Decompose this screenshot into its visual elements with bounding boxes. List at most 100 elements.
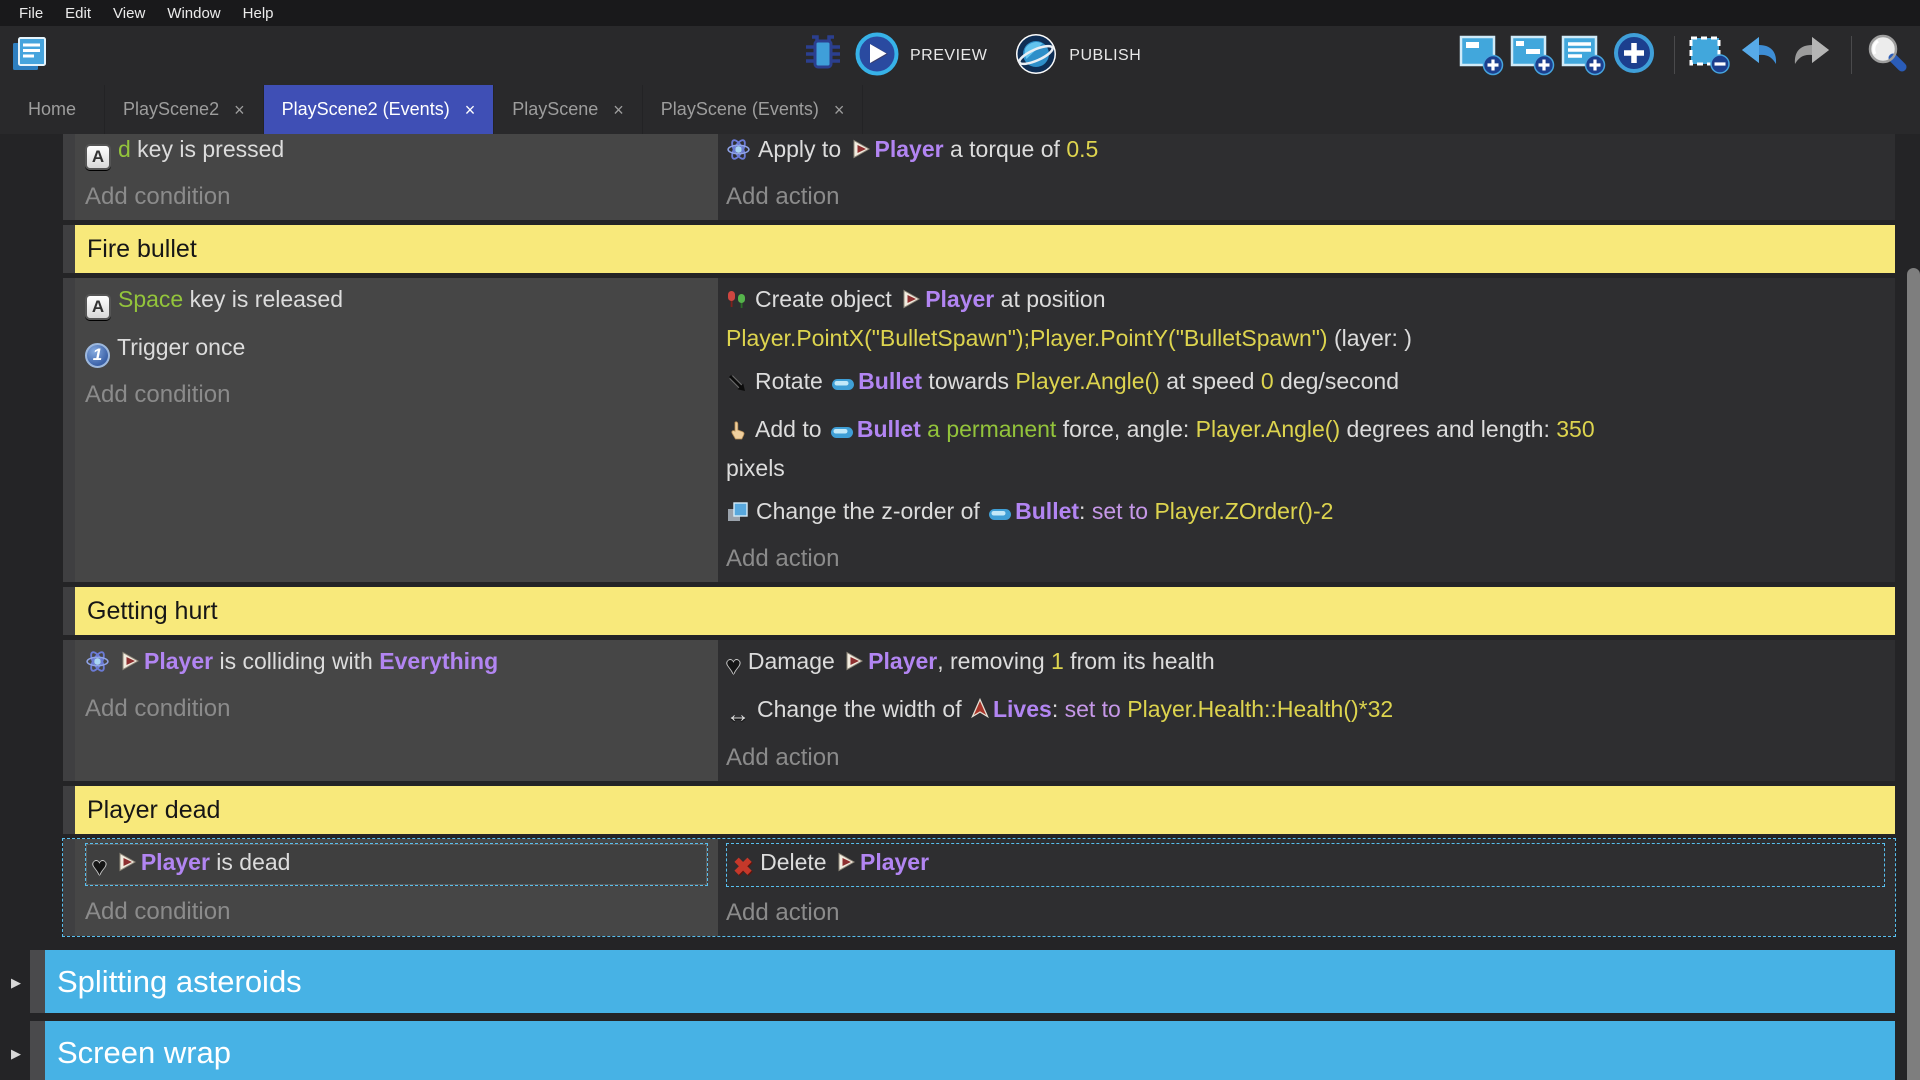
undo-button[interactable]	[1740, 32, 1786, 78]
instruction-text: pixels	[726, 455, 785, 481]
toolbar-right	[1461, 32, 1912, 78]
tab-playscene-events-[interactable]: PlayScene (Events)×	[643, 85, 864, 134]
preview-label[interactable]: PREVIEW	[910, 47, 987, 65]
menu-window[interactable]: Window	[156, 3, 231, 24]
tab-bar: HomePlayScene2×PlayScene2 (Events)×PlayS…	[0, 85, 1920, 134]
add-comment-button[interactable]	[1563, 32, 1609, 78]
menu-help[interactable]: Help	[232, 3, 285, 24]
event-drag-handle[interactable]	[30, 1021, 45, 1080]
condition-instruction[interactable]: 1Trigger once	[85, 330, 708, 369]
add-subevent-button[interactable]	[1512, 32, 1558, 78]
preview-button[interactable]	[854, 33, 900, 79]
group-row: ▶Splitting asteroids	[30, 950, 1895, 1013]
tab-label: PlayScene2	[123, 99, 219, 120]
instruction-text: 1	[1051, 648, 1064, 674]
instruction-text: Delete	[760, 849, 833, 875]
lives-icon	[970, 695, 990, 729]
comment-row: Getting hurt	[63, 587, 1895, 635]
action-instruction[interactable]: ♥Damage Player, removing 1 from its heal…	[726, 644, 1885, 683]
condition-instruction[interactable]: Ad key is pressed	[85, 134, 708, 171]
add-condition-placeholder[interactable]: Add condition	[85, 180, 708, 214]
tab-playscene[interactable]: PlayScene×	[494, 85, 643, 134]
add-condition-placeholder[interactable]: Add condition	[85, 895, 708, 929]
physics-icon	[726, 137, 751, 171]
condition-instruction[interactable]: Player is colliding with Everything	[85, 644, 708, 683]
tab-close-icon[interactable]: ×	[234, 101, 245, 119]
actions-column: Create object Player at positionPlayer.P…	[718, 278, 1895, 582]
redo-button[interactable]	[1791, 32, 1837, 78]
action-instruction[interactable]: ✖Delete Player	[726, 843, 1885, 887]
add-event-button[interactable]	[1461, 32, 1507, 78]
action-instruction[interactable]: Add to Bullet a permanent force, angle: …	[726, 412, 1885, 485]
debug-icon	[801, 32, 845, 81]
condition-instruction[interactable]: ASpace key is released	[85, 282, 708, 321]
project-manager-button[interactable]	[10, 33, 56, 79]
menu-file[interactable]: File	[8, 3, 54, 24]
add-action-placeholder[interactable]: Add action	[726, 896, 1885, 930]
instruction-text: Player.Angle()	[1196, 416, 1340, 442]
event-drag-handle[interactable]	[63, 640, 75, 781]
event-drag-handle[interactable]	[63, 278, 75, 582]
event-row: ASpace key is released 1Trigger once Add c…	[63, 278, 1895, 582]
tab-home[interactable]: Home	[0, 85, 105, 134]
tab-close-icon[interactable]: ×	[465, 101, 476, 119]
comment[interactable]: Player dead	[75, 786, 1895, 834]
add-condition-placeholder[interactable]: Add condition	[85, 378, 708, 412]
player-ship-icon	[843, 647, 865, 681]
tab-playscene2-events-[interactable]: PlayScene2 (Events)×	[264, 85, 495, 134]
debug-button[interactable]	[800, 33, 846, 79]
menu-view[interactable]: View	[102, 3, 156, 24]
condition-instruction[interactable]: ♥Player is dead	[85, 843, 708, 886]
add-instruction-button[interactable]	[1614, 32, 1660, 78]
tab-playscene2[interactable]: PlayScene2 ×	[105, 85, 264, 134]
add-action-placeholder[interactable]: Add action	[726, 180, 1885, 214]
player-ship-icon	[119, 647, 141, 681]
event-drag-handle[interactable]	[63, 587, 75, 635]
add-action-placeholder[interactable]: Add action	[726, 542, 1885, 576]
expand-arrow-icon[interactable]: ▶	[11, 975, 21, 991]
conditions-column: Ad key is pressed Add condition	[75, 134, 718, 220]
add-action-placeholder[interactable]: Add action	[726, 741, 1885, 775]
action-instruction[interactable]: Rotate Bullet towards Player.Angle() at …	[726, 364, 1885, 403]
action-instruction[interactable]: ↔Change the width of Lives: set to Playe…	[726, 692, 1885, 732]
scrollbar-thumb[interactable]	[1907, 268, 1920, 1080]
event-row: ♥Player is dead Add condition ✖Delete Play…	[63, 839, 1895, 936]
publish-label[interactable]: PUBLISH	[1069, 47, 1141, 65]
tab-close-icon[interactable]: ×	[834, 101, 845, 119]
zorder-icon	[726, 499, 749, 533]
health-icon: ♥	[726, 649, 741, 683]
event-drag-handle[interactable]	[63, 786, 75, 834]
publish-button[interactable]	[1013, 33, 1059, 79]
action-instruction[interactable]: Apply to Player a torque of 0.5	[726, 134, 1885, 171]
add-subevent-icon	[1509, 30, 1555, 81]
add-instruction-icon	[1611, 30, 1657, 81]
action-instruction[interactable]: Change the z-order of Bullet: set to Pla…	[726, 494, 1885, 533]
instruction-text: Add to	[755, 416, 828, 442]
event-group[interactable]: Splitting asteroids	[45, 950, 1895, 1013]
expand-arrow-icon[interactable]: ▶	[11, 1046, 21, 1062]
event-drag-handle[interactable]	[63, 225, 75, 273]
player-ship-icon	[116, 848, 138, 882]
actions-column: Apply to Player a torque of 0.5 Add actio…	[718, 134, 1895, 220]
comment[interactable]: Getting hurt	[75, 587, 1895, 635]
search-button[interactable]	[1866, 32, 1912, 78]
event-drag-handle[interactable]	[63, 839, 75, 936]
instruction-text: key is pressed	[131, 136, 284, 162]
event-group[interactable]: Screen wrap	[45, 1021, 1895, 1080]
event-row: Ad key is pressed Add condition Apply to P…	[63, 134, 1895, 220]
add-condition-placeholder[interactable]: Add condition	[85, 692, 708, 726]
instruction-text: :	[1052, 696, 1065, 722]
instruction-text: Apply to	[758, 136, 848, 162]
instruction-text: (layer: )	[1328, 325, 1412, 351]
action-instruction[interactable]: Create object Player at positionPlayer.P…	[726, 282, 1885, 355]
conditions-column: ♥Player is dead Add condition	[75, 839, 718, 936]
event-drag-handle[interactable]	[63, 134, 75, 220]
deselect-button[interactable]	[1689, 32, 1735, 78]
object-name: Player	[141, 849, 210, 875]
tab-close-icon[interactable]: ×	[613, 101, 624, 119]
comment[interactable]: Fire bullet	[75, 225, 1895, 273]
event-drag-handle[interactable]	[30, 950, 45, 1013]
actions-column: ✖Delete Player Add action	[718, 839, 1895, 936]
tab-label: Home	[28, 99, 76, 120]
menu-edit[interactable]: Edit	[54, 3, 102, 24]
